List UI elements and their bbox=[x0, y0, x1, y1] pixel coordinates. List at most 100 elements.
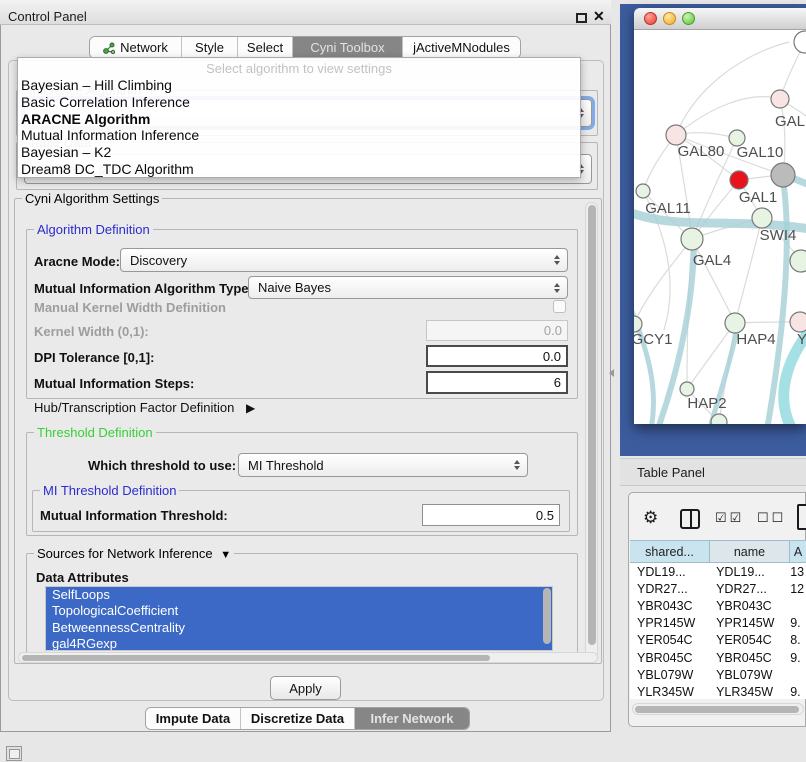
split-divider-handle[interactable] bbox=[609, 369, 614, 377]
attributes-scrollbar-thumb[interactable] bbox=[543, 588, 551, 644]
network-node-label: GAL80 bbox=[678, 143, 725, 160]
tab-style[interactable]: Style bbox=[182, 37, 238, 58]
algorithm-option[interactable]: Dream8 DC_TDC Algorithm bbox=[18, 161, 580, 178]
network-node[interactable] bbox=[790, 312, 806, 332]
control-panel-title: Control Panel bbox=[8, 9, 87, 24]
algorithm-option[interactable]: ARACNE Algorithm bbox=[18, 111, 580, 128]
checked-boxes-icon[interactable]: ☑☑ bbox=[715, 510, 744, 526]
settings-hscrollbar-thumb[interactable] bbox=[22, 655, 490, 661]
mi-threshold-field[interactable]: 0.5 bbox=[422, 504, 560, 526]
data-attributes-label: Data Attributes bbox=[36, 570, 129, 585]
network-node[interactable] bbox=[771, 90, 789, 108]
attribute-item[interactable]: SelfLoops bbox=[46, 587, 552, 603]
network-node[interactable] bbox=[752, 208, 772, 228]
network-canvas[interactable]: GALGAL80GAL10GAL1GAL11SWI4GAL4GCY1HAP4YH… bbox=[634, 30, 806, 424]
tab-discretize-data[interactable]: Discretize Data bbox=[241, 708, 355, 729]
tab-jactivemnodules[interactable]: jActiveMNodules bbox=[403, 37, 520, 58]
network-node[interactable] bbox=[681, 228, 703, 250]
table-row[interactable]: YLR345WYLR345W9. bbox=[630, 683, 806, 699]
table-cell: 8. bbox=[788, 633, 806, 647]
network-node[interactable] bbox=[636, 184, 650, 198]
traffic-light-zoom-icon[interactable] bbox=[682, 12, 695, 25]
network-edge bbox=[687, 323, 735, 389]
hub-definition-expander[interactable]: Hub/Transcription Factor Definition ▶ bbox=[34, 400, 255, 415]
table-row[interactable]: YDL19...YDL19...13 bbox=[630, 563, 806, 580]
network-node-label: GAL4 bbox=[693, 252, 731, 269]
traffic-light-minimize-icon[interactable] bbox=[663, 12, 676, 25]
algorithm-popup-prompt: Select algorithm to view settings bbox=[18, 58, 580, 77]
tab-label: Select bbox=[247, 40, 283, 55]
settings-scrollbar[interactable] bbox=[585, 202, 598, 660]
apply-button[interactable]: Apply bbox=[270, 676, 341, 700]
cyni-settings-title: Cyni Algorithm Settings bbox=[22, 191, 162, 206]
table-row[interactable]: YBR045CYBR045C9. bbox=[630, 649, 806, 666]
manual-kernel-checkbox[interactable] bbox=[553, 300, 566, 313]
network-node[interactable] bbox=[771, 163, 795, 187]
table-row[interactable]: YER054CYER054C8. bbox=[630, 632, 806, 649]
table-cell: 9. bbox=[788, 685, 806, 699]
tab-label: Cyni Toolbox bbox=[310, 40, 384, 55]
network-node-label: GCY1 bbox=[634, 331, 672, 348]
network-node[interactable] bbox=[666, 125, 686, 145]
attributes-scrollbar[interactable] bbox=[543, 588, 552, 649]
network-node[interactable] bbox=[711, 414, 727, 424]
tab-network[interactable]: Network bbox=[90, 37, 182, 58]
attribute-item[interactable]: BetweennessCentrality bbox=[46, 620, 552, 636]
algorithm-option[interactable]: Bayesian – K2 bbox=[18, 144, 580, 161]
table-row[interactable]: YPR145WYPR145W9. bbox=[630, 615, 806, 632]
network-edge bbox=[735, 218, 762, 323]
attribute-item[interactable]: gal4RGexp bbox=[46, 636, 552, 651]
float-window-icon[interactable] bbox=[576, 13, 587, 23]
tab-select[interactable]: Select bbox=[238, 37, 293, 58]
table-cell: YER054C bbox=[630, 633, 709, 647]
table-cell: YPR145W bbox=[630, 616, 709, 630]
network-node-label: HAP2 bbox=[687, 395, 726, 412]
algorithm-option[interactable]: Bayesian – Hill Climbing bbox=[18, 77, 580, 94]
network-node[interactable] bbox=[680, 382, 694, 396]
table-row[interactable]: YBL079WYBL079W bbox=[630, 666, 806, 683]
tab-impute-data[interactable]: Impute Data bbox=[146, 708, 241, 729]
document-icon[interactable] bbox=[797, 504, 806, 530]
network-node[interactable] bbox=[790, 250, 806, 272]
aracne-mode-combo[interactable]: Discovery bbox=[120, 248, 568, 272]
network-node[interactable] bbox=[794, 31, 806, 53]
gear-icon[interactable]: ⚙ bbox=[643, 508, 658, 528]
mi-steps-field[interactable]: 6 bbox=[426, 371, 568, 394]
tab-label: Style bbox=[195, 40, 224, 55]
settings-scrollbar-thumb[interactable] bbox=[588, 205, 596, 645]
network-node-label: HAP4 bbox=[736, 331, 775, 348]
tab-infer-network[interactable]: Infer Network bbox=[355, 708, 469, 729]
traffic-light-close-icon[interactable] bbox=[644, 12, 657, 25]
table-hscrollbar[interactable] bbox=[632, 703, 804, 715]
combo-arrows-icon bbox=[514, 460, 520, 470]
close-icon[interactable]: ✕ bbox=[593, 8, 605, 25]
table-row[interactable]: YDR27...YDR27...12 bbox=[630, 580, 806, 597]
table-header-name[interactable]: name bbox=[710, 540, 790, 563]
table-hscrollbar-thumb[interactable] bbox=[635, 706, 799, 713]
table-cell: YDR27... bbox=[630, 582, 709, 596]
table-cell: YBR043C bbox=[630, 599, 709, 613]
algorithm-option[interactable]: Mutual Information Inference bbox=[18, 127, 580, 144]
split-view-icon[interactable] bbox=[680, 509, 700, 529]
kernel-width-field[interactable]: 0.0 bbox=[426, 320, 568, 341]
table-row[interactable]: YBR043CYBR043C bbox=[630, 597, 806, 614]
table-header-shared-name[interactable]: shared... bbox=[630, 540, 710, 563]
mi-type-combo[interactable]: Naive Bayes bbox=[248, 276, 568, 299]
algorithm-option[interactable]: Basic Correlation Inference bbox=[18, 94, 580, 111]
control-panel-titlebar[interactable] bbox=[0, 0, 611, 25]
network-window-titlebar[interactable] bbox=[634, 8, 806, 30]
sources-group-title[interactable]: Sources for Network Inference ▼ bbox=[34, 546, 234, 561]
network-node[interactable] bbox=[725, 313, 745, 333]
aracne-mode-value: Discovery bbox=[130, 253, 187, 268]
attribute-item[interactable]: TopologicalCoefficient bbox=[46, 603, 552, 619]
network-node[interactable] bbox=[730, 171, 748, 189]
table-cell: YBL079W bbox=[630, 668, 709, 682]
unchecked-boxes-icon[interactable]: ☐☐ bbox=[757, 510, 786, 526]
settings-hscrollbar[interactable] bbox=[18, 652, 598, 663]
minimized-panel-icon[interactable] bbox=[6, 746, 22, 761]
table-header-clipped[interactable]: A bbox=[790, 540, 806, 563]
collapse-arrow-icon: ▼ bbox=[220, 549, 231, 561]
dpi-tolerance-field[interactable]: 0.0 bbox=[426, 345, 568, 367]
which-threshold-combo[interactable]: MI Threshold bbox=[238, 453, 528, 477]
tab-cyni-toolbox[interactable]: Cyni Toolbox bbox=[293, 37, 403, 58]
